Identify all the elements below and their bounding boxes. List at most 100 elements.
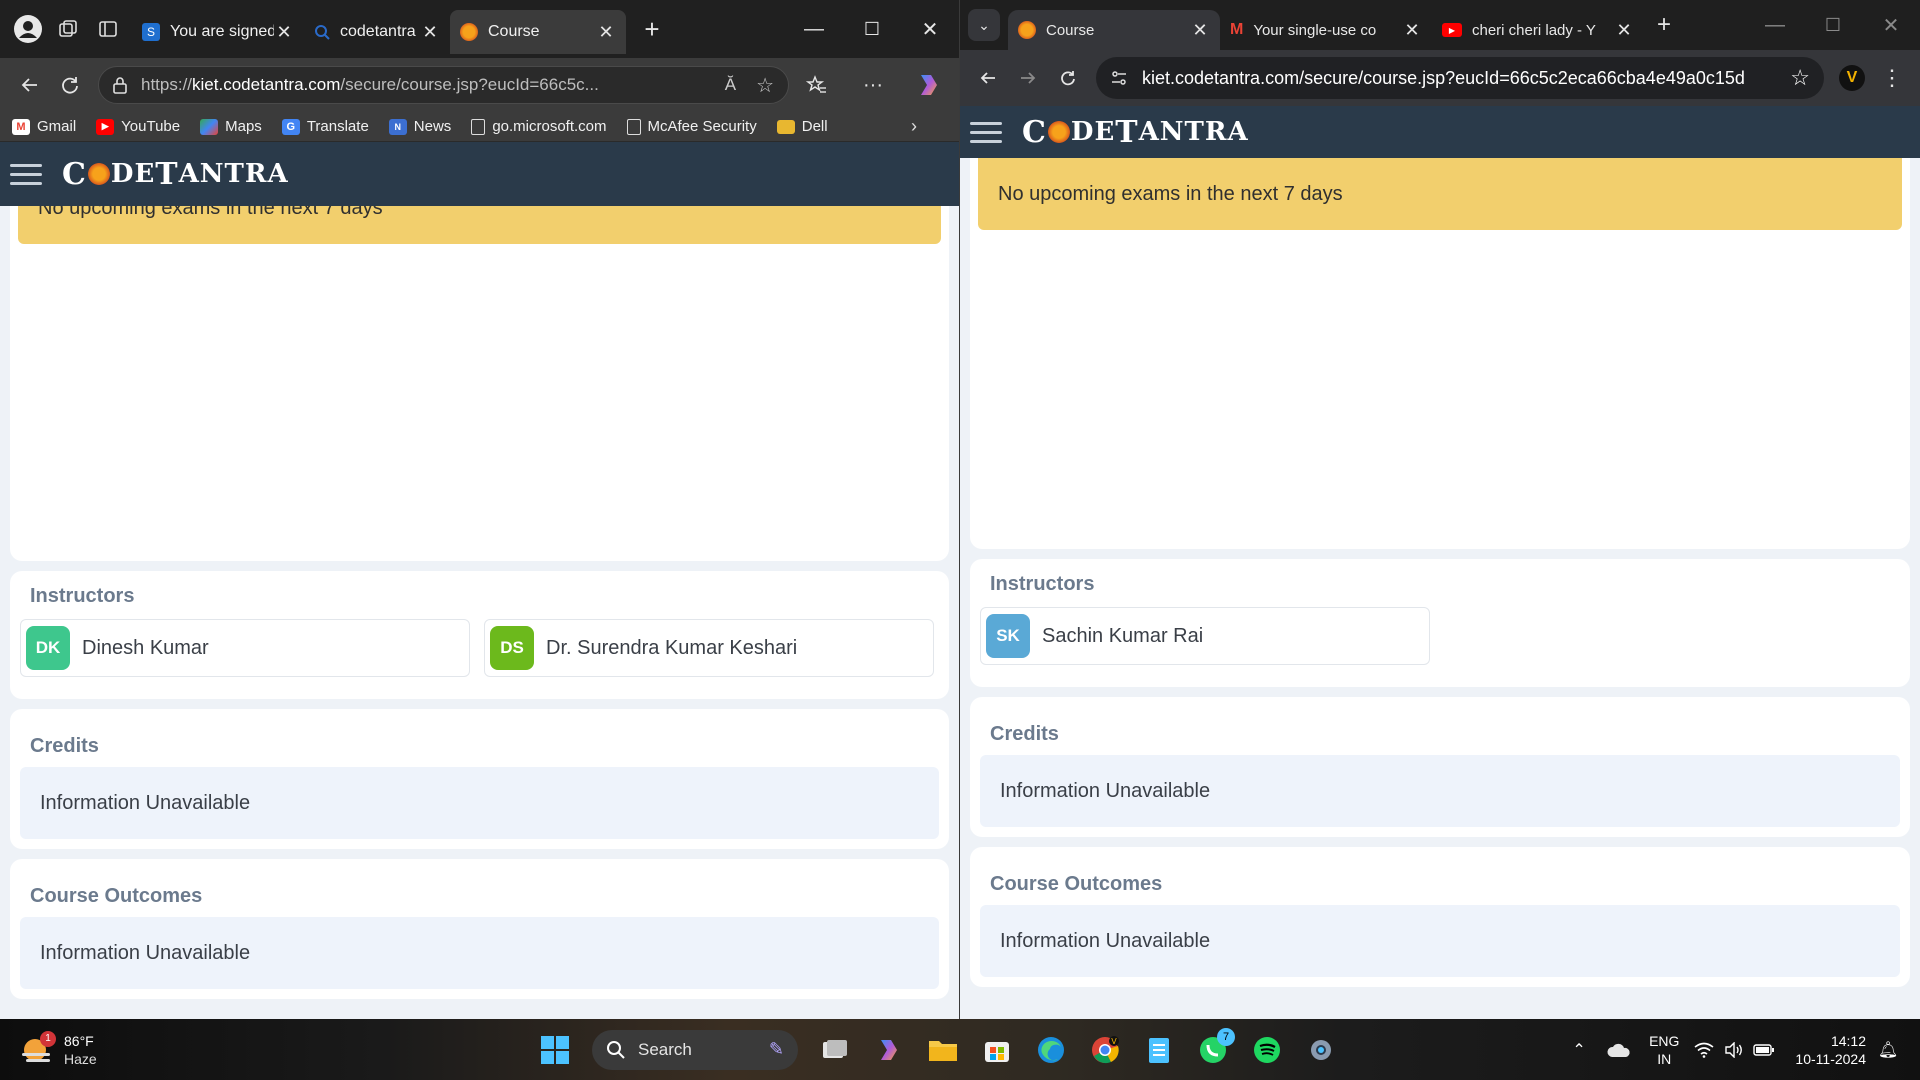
maximize-icon[interactable]: ☐ (1804, 5, 1862, 45)
tab-gmail[interactable]: M Your single-use co ✕ (1220, 10, 1432, 50)
clock[interactable]: 14:12 10-11-2024 (1795, 1032, 1866, 1068)
more-options-icon[interactable]: ⋮ (1872, 58, 1912, 98)
close-icon[interactable]: ✕ (420, 22, 440, 43)
settings-gear-icon[interactable] (1301, 1030, 1341, 1070)
notification-bell-icon[interactable]: 🔔︎ (1876, 1030, 1900, 1070)
fav-translate[interactable]: G Translate (281, 118, 369, 135)
notification-badge: 7 (1217, 1027, 1235, 1046)
extension-label: V (1839, 65, 1865, 91)
microsoft-store-icon[interactable] (977, 1030, 1017, 1070)
instructor-chip[interactable]: DS Dr. Surendra Kumar Keshari (484, 619, 934, 677)
spotify-icon[interactable] (1247, 1030, 1287, 1070)
new-tab-icon[interactable]: + (632, 9, 672, 49)
tab-you-are-signed[interactable]: S You are signed ✕ (132, 10, 304, 54)
fav-maps[interactable]: Maps (200, 118, 262, 135)
whatsapp-icon[interactable]: 7 (1193, 1027, 1235, 1070)
fav-dell[interactable]: Dell (776, 118, 828, 135)
weather-widget[interactable]: 1 86°F Haze (22, 1030, 262, 1068)
instructors-list: DK Dinesh Kumar DS Dr. Surendra Kumar Ke… (20, 619, 939, 677)
hamburger-menu-icon[interactable] (10, 163, 42, 185)
volume-icon[interactable] (1719, 1030, 1749, 1070)
read-aloud-icon[interactable]: Ă (725, 75, 736, 95)
course-outcomes-heading: Course Outcomes (30, 885, 203, 907)
favorite-star-icon[interactable]: ☆ (756, 73, 774, 98)
chevron-right-icon[interactable]: › (911, 116, 917, 137)
maximize-icon[interactable]: ☐ (843, 9, 901, 49)
back-icon[interactable] (10, 65, 50, 105)
close-icon[interactable]: ✕ (596, 22, 616, 43)
translate-icon: G (281, 118, 300, 135)
instructors-list: SK Sachin Kumar Rai (980, 607, 1900, 665)
wifi-icon[interactable] (1689, 1030, 1719, 1070)
favorites-icon[interactable] (797, 65, 837, 105)
language-indicator[interactable]: ENG IN (1649, 1032, 1679, 1068)
logo-text: ANTRA (1138, 117, 1249, 147)
vertical-tabs-icon[interactable] (88, 9, 128, 49)
instructor-name: Dinesh Kumar (82, 636, 209, 659)
battery-icon[interactable] (1749, 1030, 1779, 1070)
file-explorer-icon[interactable] (923, 1030, 963, 1070)
copilot-icon[interactable] (909, 65, 949, 105)
instructor-chip[interactable]: SK Sachin Kumar Rai (980, 607, 1430, 665)
task-view-icon[interactable] (815, 1030, 855, 1070)
course-outcomes-heading: Course Outcomes (990, 873, 1163, 895)
instructor-chip[interactable]: DK Dinesh Kumar (20, 619, 470, 677)
close-icon[interactable]: ✕ (1402, 20, 1422, 41)
url-field[interactable]: kiet.codetantra.com/secure/course.jsp?eu… (1096, 57, 1824, 99)
credits-value: Information Unavailable (20, 767, 939, 839)
close-icon[interactable]: ✕ (1614, 20, 1634, 41)
forward-icon[interactable] (1008, 58, 1048, 98)
bookmark-star-icon[interactable]: ☆ (1790, 65, 1810, 91)
close-icon[interactable]: ✕ (274, 22, 294, 43)
back-icon[interactable] (968, 58, 1008, 98)
instructors-heading: Instructors (990, 573, 1095, 595)
fav-youtube[interactable]: ▶ YouTube (96, 118, 180, 135)
chrome-address-bar: kiet.codetantra.com/secure/course.jsp?eu… (960, 50, 1920, 106)
copilot-icon[interactable] (869, 1030, 909, 1070)
tab-title: Your single-use co (1253, 21, 1377, 39)
chrome-browser-icon[interactable]: V (1085, 1030, 1125, 1070)
course-outcomes-card: Course Outcomes Information Unavailable (970, 847, 1910, 987)
chevron-up-icon[interactable]: ⌃ (1559, 1030, 1599, 1070)
minimize-icon[interactable]: — (1746, 5, 1804, 45)
fav-gmail[interactable]: M Gmail (12, 118, 76, 135)
tab-course[interactable]: Course ✕ (450, 10, 626, 54)
refresh-icon[interactable] (50, 65, 90, 105)
tab-youtube[interactable]: ▶ cheri cheri lady - Y ✕ (1432, 10, 1644, 50)
fav-label: go.microsoft.com (492, 118, 607, 135)
vpn-extension-icon[interactable]: V (1832, 58, 1872, 98)
course-outcomes-value: Information Unavailable (980, 905, 1900, 977)
new-tab-icon[interactable]: + (1644, 5, 1684, 45)
more-options-icon[interactable]: ··· (853, 65, 893, 105)
close-icon[interactable]: ✕ (1190, 20, 1210, 41)
url-domain: kiet.codetantra.com (192, 75, 341, 94)
close-window-icon[interactable]: ✕ (1862, 5, 1920, 45)
window-controls: — ☐ ✕ (1746, 5, 1920, 45)
notepad-icon[interactable] (1139, 1030, 1179, 1070)
notification-badge: 1 (40, 1030, 56, 1047)
url-path: /secure/course.jsp?eucId=66c5c... (340, 75, 599, 94)
fav-go-microsoft[interactable]: go.microsoft.com (471, 118, 607, 135)
url-field[interactable]: https://kiet.codetantra.com/secure/cours… (98, 66, 789, 104)
codetantra-logo[interactable]: C DE T ANTRA (62, 157, 289, 192)
minimize-icon[interactable]: — (785, 9, 843, 49)
gmail-icon: M (1230, 21, 1244, 38)
close-window-icon[interactable]: ✕ (901, 9, 959, 49)
tab-course[interactable]: Course ✕ (1008, 10, 1220, 50)
workspaces-icon[interactable] (48, 9, 88, 49)
windows-start-icon[interactable] (535, 1030, 575, 1070)
codetantra-logo[interactable]: C DE T ANTRA (1022, 115, 1249, 150)
profile-icon[interactable] (8, 9, 48, 49)
taskbar-search[interactable]: Search ✎ (592, 1029, 798, 1070)
hamburger-menu-icon[interactable] (970, 121, 1002, 143)
fav-news[interactable]: N News (388, 118, 451, 135)
tab-search-icon[interactable]: ⌄ (968, 9, 1000, 41)
credits-heading: Credits (990, 723, 1059, 745)
news-icon: N (388, 118, 407, 135)
onedrive-cloud-icon[interactable] (1599, 1030, 1639, 1070)
refresh-icon[interactable] (1048, 58, 1088, 98)
edge-browser-icon[interactable] (1031, 1030, 1071, 1070)
fav-mcafee[interactable]: McAfee Security (626, 118, 757, 135)
tab-codetantra-search[interactable]: codetantra - Se ✕ (304, 10, 450, 54)
site-info-icon[interactable] (1110, 69, 1128, 87)
